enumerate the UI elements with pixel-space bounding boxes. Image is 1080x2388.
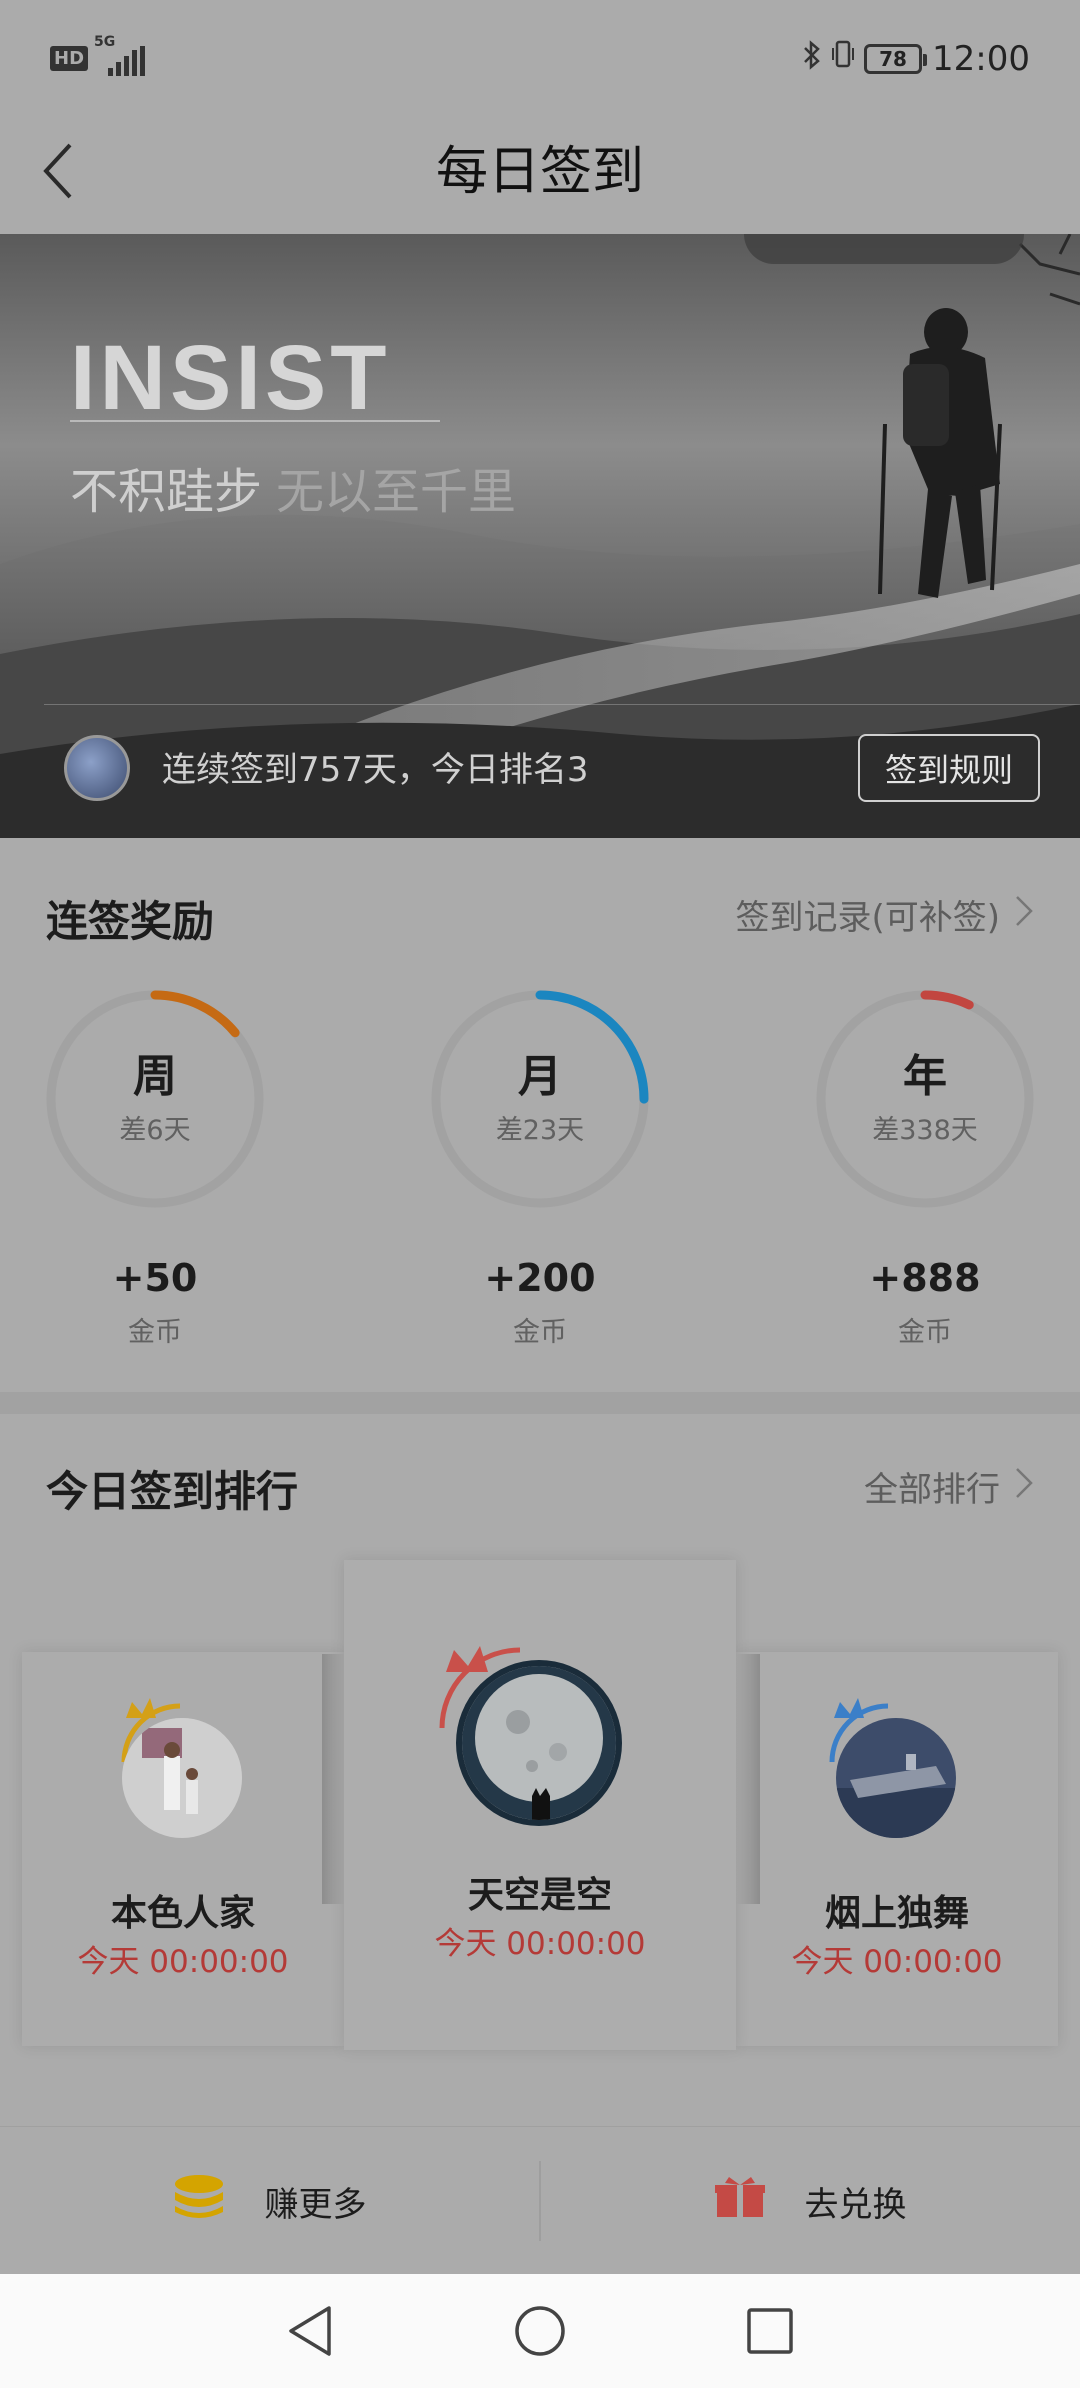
rank-checkin-time: 今天 00:00:00 [77,1944,289,1980]
reward-year[interactable]: 年 差338天 +888 金币 [812,986,1038,1349]
banner-divider [44,704,1080,705]
rank-card-2[interactable]: 本色人家 今天 00:00:00 [22,1652,344,2046]
hd-badge: HD [50,45,89,71]
banner-headline: INSIST [70,327,391,429]
nav-recents-button[interactable] [735,2296,805,2366]
circle-home-icon [515,2306,565,2356]
rank-checkin-time: 今天 00:00:00 [791,1944,1003,1980]
user-avatar [456,1660,622,1826]
exchange-label: 去兑换 [804,2184,907,2225]
all-ranking-link[interactable]: 全部排行 [864,1462,1034,1511]
reward-month[interactable]: 月 差23天 +200 金币 [427,986,653,1349]
rank-card-3[interactable]: 烟上独舞 今天 00:00:00 [736,1652,1058,2046]
nav-home-button[interactable] [505,2296,575,2366]
slogan-rest: 无以至千里 [276,464,517,520]
chevron-right-icon [1014,892,1034,938]
rank-user-name: 本色人家 [110,1893,255,1934]
reward-period: 年 [903,1051,947,1102]
section-separator [0,1392,1080,1414]
checkin-rules-button[interactable]: 签到规则 [858,734,1040,802]
reward-unit: 金币 [128,1317,182,1348]
all-ranking-label: 全部排行 [864,1470,1000,1510]
reward-unit: 金币 [513,1317,567,1348]
rank-card-1[interactable]: 天空是空 今天 00:00:00 [344,1560,736,2050]
reward-progress-ring: 周 差6天 [42,986,268,1212]
battery-level: 78 [879,46,907,71]
checkin-banner: INSIST 不积跬步 无以至千里 连续签到757天，今日排名3 签到规则 [0,234,1080,838]
section-title: 连签奖励 [46,897,215,946]
streak-rewards-section: 连签奖励 签到记录(可补签) 周 差6天 +50 金币 月 差23天 +200 [0,838,1080,1392]
chevron-right-icon [1014,1464,1034,1510]
reward-remaining: 差23天 [495,1115,585,1146]
user-avatar [836,1718,956,1838]
checkin-record-link[interactable]: 签到记录(可补签) [735,890,1034,939]
reward-period: 周 [133,1051,177,1102]
coins-icon [173,2174,225,2229]
banner-top-tag [744,234,1024,264]
banner-headline-underline [70,420,440,422]
reward-remaining: 差6天 [119,1115,191,1146]
reward-amount: +200 [484,1256,596,1300]
rank-checkin-time: 今天 00:00:00 [434,1926,646,1962]
triangle-back-icon [289,2306,331,2356]
reward-unit: 金币 [898,1317,952,1348]
reward-amount: +50 [112,1256,198,1300]
slogan-main: 不积跬步 [70,464,263,520]
square-recents-icon [747,2308,793,2354]
today-ranking-section: 今日签到排行 全部排行 本色人家 今天 00:00:00 烟上独舞 今天 00:… [0,1414,1080,2126]
nav-back-button[interactable] [275,2296,345,2366]
gift-icon [714,2175,765,2228]
rank-user-name: 烟上独舞 [824,1893,969,1934]
app-header: 每日签到 [0,110,1080,234]
vibrate-icon [832,38,855,79]
reward-remaining: 差338天 [872,1115,978,1146]
reward-progress-ring: 年 差338天 [812,986,1038,1212]
cellular-signal-icon: 5G [94,34,150,76]
earn-more-button[interactable]: 赚更多 [0,2127,539,2275]
bluetooth-icon [802,39,822,78]
streak-text: 连续签到757天，今日排名3 [162,750,589,790]
user-avatar[interactable] [64,735,130,801]
reward-week[interactable]: 周 差6天 +50 金币 [42,986,268,1349]
banner-slogan: 不积跬步 无以至千里 [70,452,516,522]
status-bar: HD 5G 78 12:00 [0,0,1080,110]
card-shadow [322,1654,346,1904]
clock: 12:00 [932,38,1030,79]
exchange-button[interactable]: 去兑换 [541,2127,1080,2275]
page-title: 每日签到 [435,142,644,202]
bottom-action-bar: 赚更多 去兑换 [0,2126,1080,2274]
status-right: 78 12:00 [802,38,1030,79]
section-title: 今日签到排行 [46,1467,299,1516]
rank-user-name: 天空是空 [467,1875,612,1916]
reward-amount: +888 [869,1256,981,1300]
earn-more-label: 赚更多 [264,2184,367,2225]
status-left: HD 5G [50,34,150,76]
reward-period: 月 [518,1051,562,1102]
checkin-record-label: 签到记录(可补签) [735,898,1000,938]
user-avatar [122,1718,242,1838]
battery-icon: 78 [864,43,928,74]
system-nav-bar [0,2274,1080,2388]
reward-progress-ring: 月 差23天 [427,986,653,1212]
card-shadow [736,1654,760,1904]
